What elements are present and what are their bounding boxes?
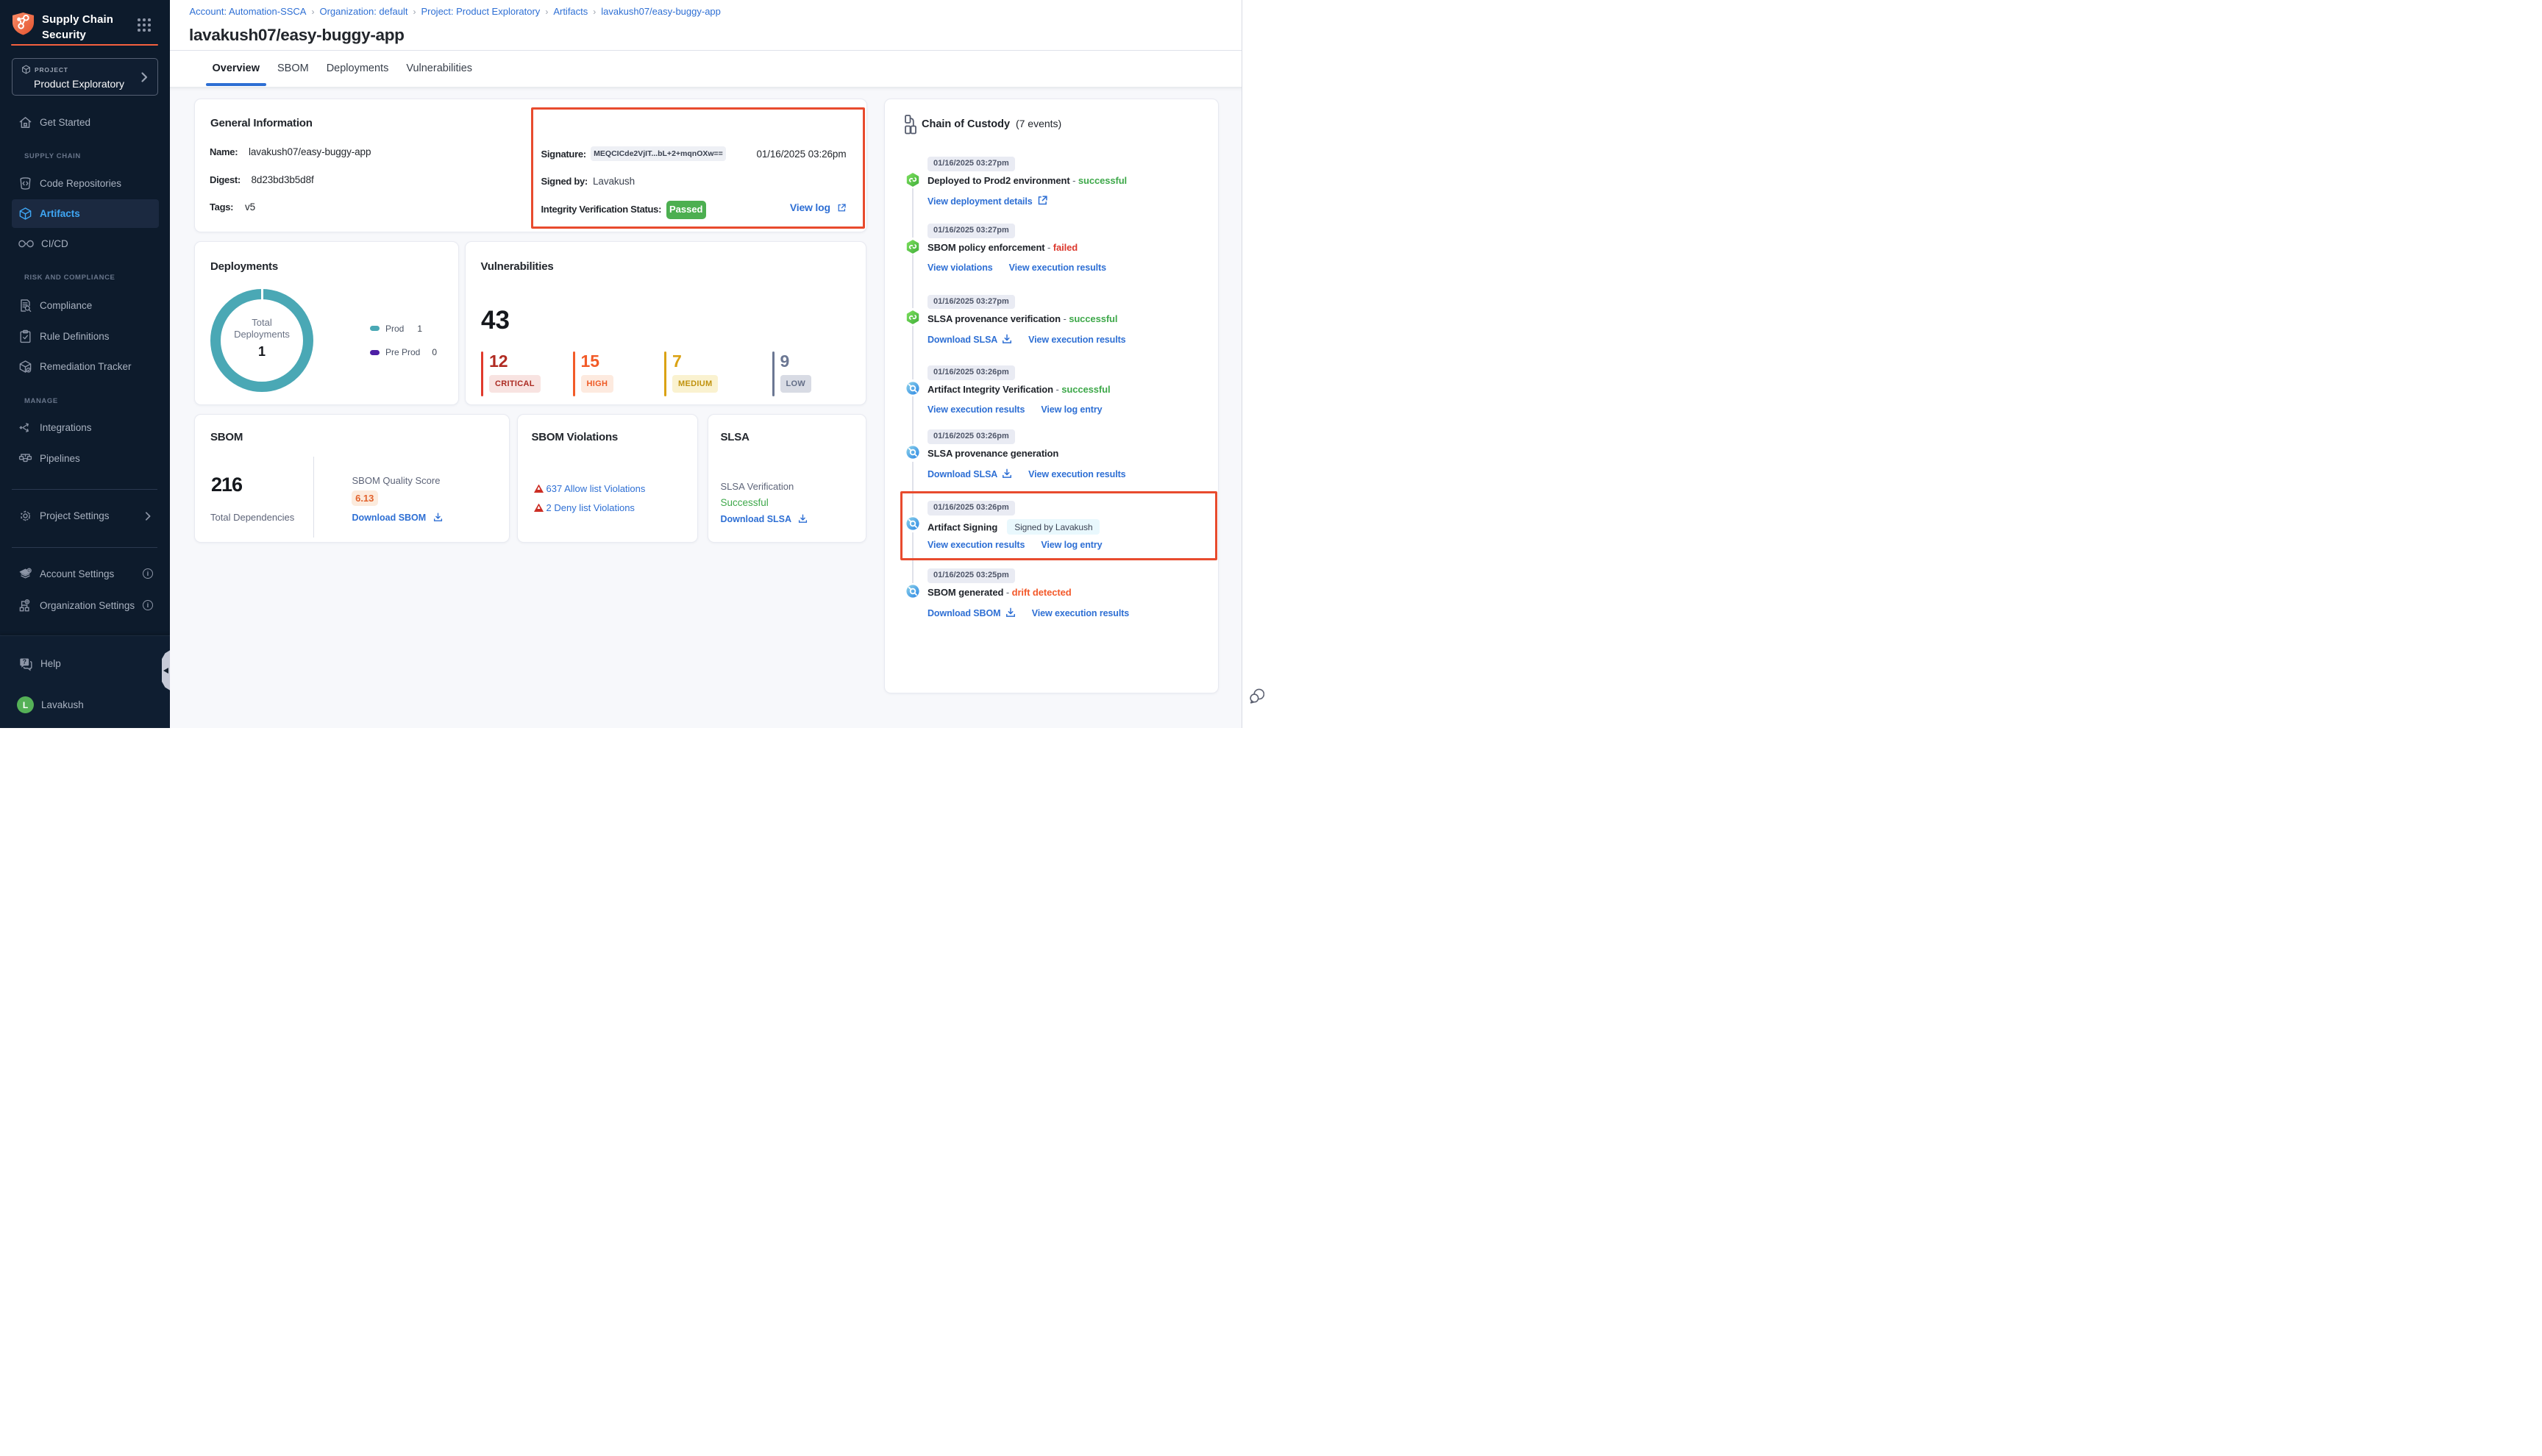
svg-text:?: ? (23, 658, 26, 665)
